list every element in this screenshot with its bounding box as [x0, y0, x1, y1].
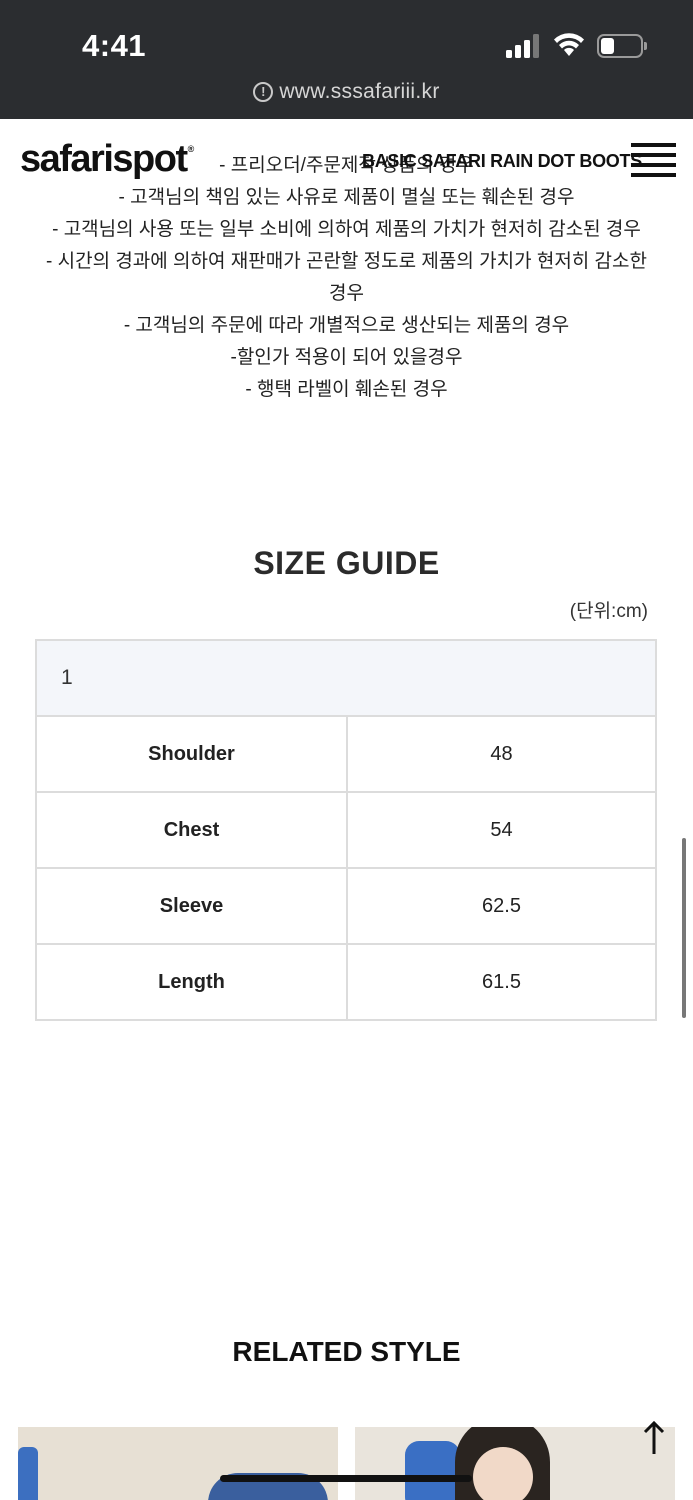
size-header-row: 1: [35, 639, 657, 717]
notice-line: - 고객님의 책임 있는 사유로 제품이 멸실 또는 훼손된 경우: [118, 187, 575, 208]
notice-line: - 고객님의 주문에 따라 개별적으로 생산되는 제품의 경우: [123, 315, 570, 336]
notice-line: -할인가 적용이 되어 있을경우: [230, 347, 463, 368]
size-header-cell: 1: [35, 639, 657, 717]
size-guide-title: SIZE GUIDE: [253, 545, 440, 581]
size-unit: (단위:cm): [569, 601, 648, 622]
cellular-signal-icon: [506, 34, 542, 58]
notice-line: - 시간의 경과에 의하여 재판매가 곤란할 정도로 제품의 가치가 현저히 감…: [46, 251, 647, 272]
related-product-thumbnail[interactable]: [18, 1427, 338, 1500]
registered-mark: ®: [187, 144, 195, 154]
measure-label: Shoulder: [35, 715, 348, 793]
measure-value: 62.5: [346, 867, 657, 945]
status-time: 4:41: [82, 28, 147, 63]
notice-line: - 고객님의 사용 또는 일부 소비에 의하여 제품의 가치가 현저히 감소된 …: [52, 219, 641, 240]
url-text[interactable]: www.sssafariii.kr: [279, 80, 439, 104]
measure-value: 54: [346, 791, 657, 869]
measure-label: Sleeve: [35, 867, 348, 945]
arrow-up-icon[interactable]: [640, 1420, 668, 1456]
table-row: Sleeve 62.5: [35, 867, 657, 945]
battery-icon: [597, 34, 647, 58]
table-row: Shoulder 48: [35, 715, 657, 793]
measure-label: Length: [35, 943, 348, 1021]
notice-line: - 행택 라벨이 훼손된 경우: [245, 379, 448, 400]
related-style-title: RELATED STYLE: [232, 1336, 461, 1367]
wifi-icon: [554, 33, 584, 56]
measure-value: 48: [346, 715, 657, 793]
status-and-url-bar: 4:41 ! www.sssafariii.kr: [0, 0, 693, 119]
hamburger-menu-icon[interactable]: [631, 143, 676, 177]
info-icon[interactable]: !: [253, 82, 274, 102]
table-row: Chest 54: [35, 791, 657, 869]
product-title: BASIC SAFARI RAIN DOT BOOTS: [362, 151, 642, 171]
size-guide-table: 1 Shoulder 48 Chest 54 Sleeve 62.5 Lengt…: [35, 639, 657, 1021]
site-logo[interactable]: safarispot®: [20, 138, 195, 181]
address-bar[interactable]: ! www.sssafariii.kr: [0, 80, 693, 116]
notice-line: 경우: [329, 283, 364, 304]
refund-notice: - 프리오더/주문제작 상품의 경우 - 고객님의 책임 있는 사유로 제품이 …: [0, 150, 693, 406]
logo-text[interactable]: safarispot: [20, 138, 188, 180]
measure-label: Chest: [35, 791, 348, 869]
home-indicator[interactable]: [220, 1475, 472, 1482]
measure-value: 61.5: [346, 943, 657, 1021]
scroll-indicator[interactable]: [682, 838, 686, 1018]
related-product-thumbnail[interactable]: [355, 1427, 675, 1500]
table-row: Length 61.5: [35, 943, 657, 1021]
